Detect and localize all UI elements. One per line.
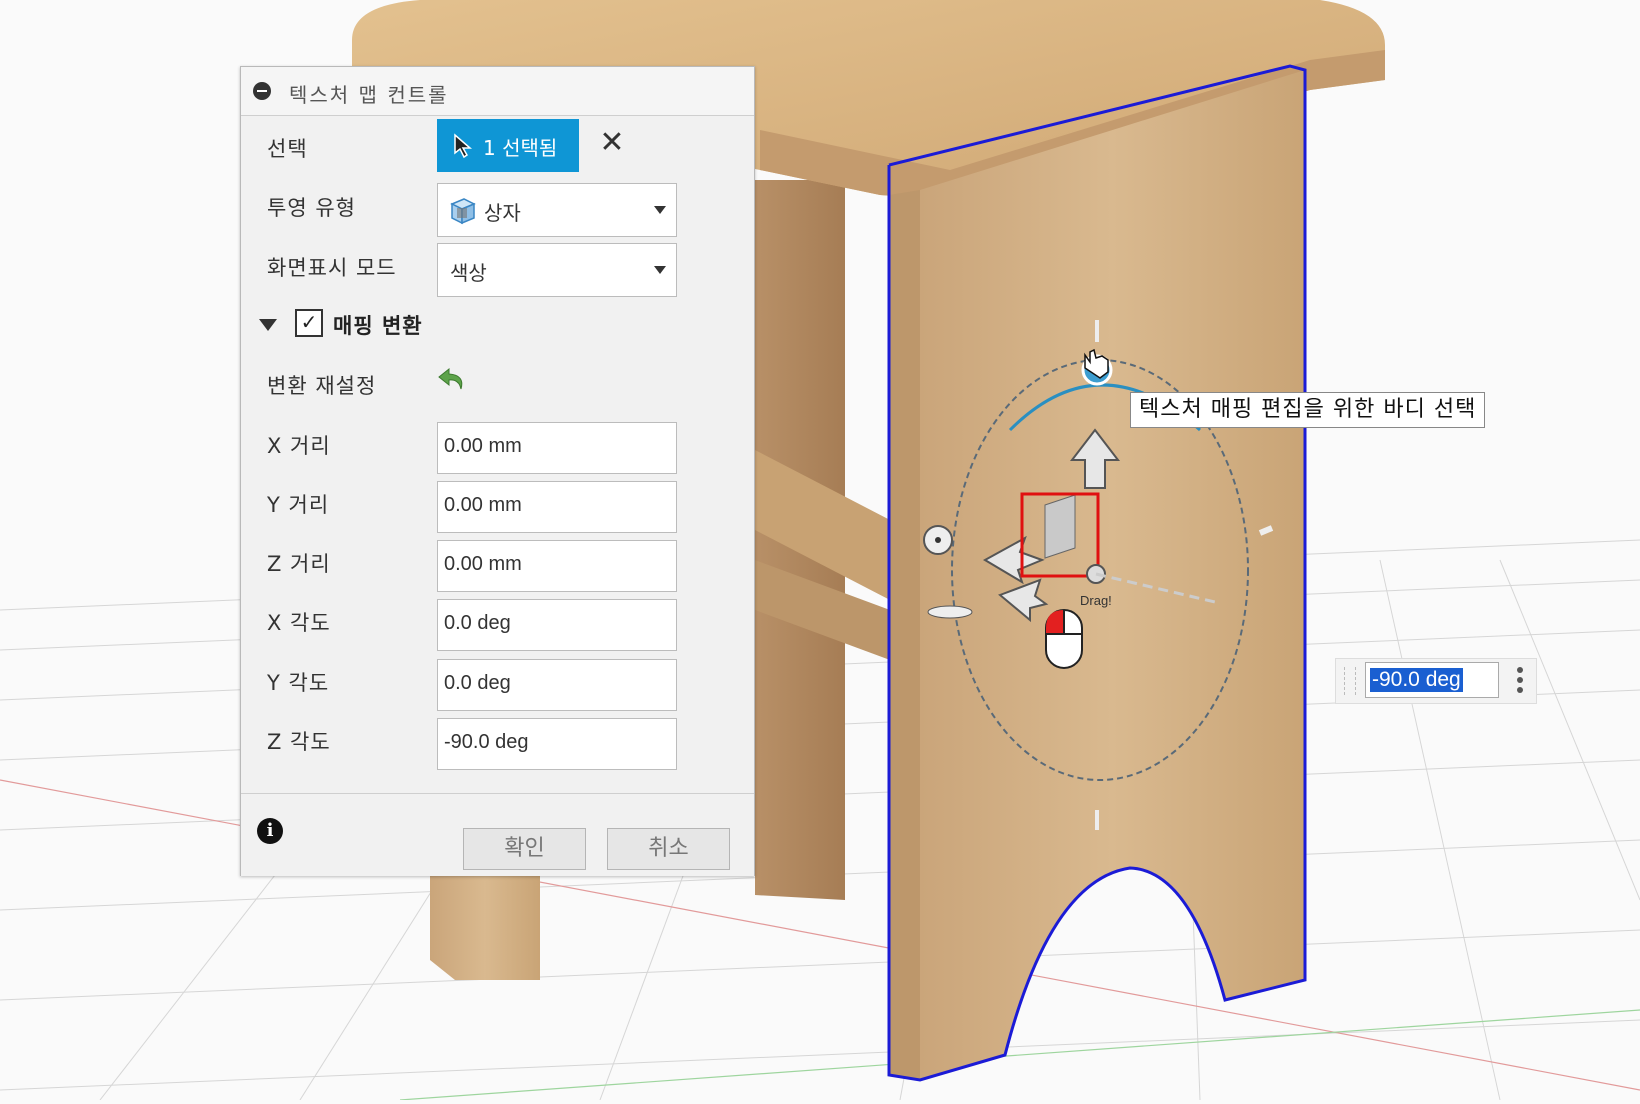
section-expand-icon[interactable] xyxy=(259,319,277,331)
x-distance-label: X 거리 xyxy=(267,434,331,458)
info-icon[interactable]: i xyxy=(257,818,283,844)
y-angle-label: Y 각도 xyxy=(267,671,330,695)
projection-value: 상자 xyxy=(484,201,521,225)
panel-title: 텍스처 맵 컨트롤 xyxy=(289,83,449,107)
selection-button-label: 1 선택됨 xyxy=(483,136,558,160)
angle-input-value: -90.0 deg xyxy=(1370,668,1463,692)
undo-arrow-icon[interactable] xyxy=(437,365,469,395)
z-rotation-handle xyxy=(927,605,973,619)
selection-label: 선택 xyxy=(267,137,308,161)
z-angle-field[interactable]: -90.0 deg xyxy=(437,718,677,770)
selection-tooltip: 텍스처 매핑 편집을 위한 바디 선택 xyxy=(1130,392,1486,428)
collapse-icon[interactable] xyxy=(253,82,271,100)
mapping-section-label: 매핑 변환 xyxy=(333,314,423,338)
more-vertical-icon[interactable] xyxy=(1516,667,1524,697)
cancel-button[interactable]: 취소 xyxy=(607,828,730,870)
drag-grip[interactable] xyxy=(1344,667,1356,695)
cursor-arrow-icon xyxy=(454,133,473,159)
z-distance-label: Z 거리 xyxy=(267,552,331,576)
box-projection-icon xyxy=(450,198,476,225)
selection-button[interactable]: 1 선택됨 xyxy=(437,119,579,172)
z-angle-label: Z 각도 xyxy=(267,730,331,754)
display-mode-label: 화면표시 모드 xyxy=(267,256,397,280)
ok-button[interactable]: 확인 xyxy=(463,828,586,870)
display-mode-value: 색상 xyxy=(450,261,487,285)
panel-footer: i 확인 취소 xyxy=(241,793,754,876)
angle-input-widget: -90.0 deg xyxy=(1335,658,1537,704)
panel-header: 텍스처 맵 컨트롤 xyxy=(241,67,754,116)
dropdown-arrow-icon xyxy=(654,266,666,274)
reset-label: 변환 재설정 xyxy=(267,374,377,398)
clear-selection-icon[interactable]: ✕ xyxy=(597,125,627,161)
texture-map-panel: 텍스처 맵 컨트롤 선택 1 선택됨 ✕ 투영 유형 상자 화면표시 모드 색상… xyxy=(240,66,755,876)
x-angle-label: X 각도 xyxy=(267,611,331,635)
drag-hint: Drag! xyxy=(1080,593,1112,608)
x-angle-field[interactable]: 0.0 deg xyxy=(437,599,677,651)
y-distance-label: Y 거리 xyxy=(267,493,330,517)
dropdown-arrow-icon xyxy=(654,206,666,214)
z-distance-field[interactable]: 0.00 mm xyxy=(437,540,677,592)
y-distance-field[interactable]: 0.00 mm xyxy=(437,481,677,533)
mapping-checkbox[interactable]: ✓ xyxy=(295,309,323,337)
projection-label: 투영 유형 xyxy=(267,196,356,220)
x-distance-field[interactable]: 0.00 mm xyxy=(437,422,677,474)
y-angle-field[interactable]: 0.0 deg xyxy=(437,659,677,711)
display-mode-dropdown[interactable]: 색상 xyxy=(437,243,677,297)
projection-dropdown[interactable]: 상자 xyxy=(437,183,677,237)
planar-move-handle xyxy=(1044,494,1076,559)
mouse-icon xyxy=(1045,609,1083,669)
front-panel-side xyxy=(889,190,920,1080)
angle-input[interactable]: -90.0 deg xyxy=(1365,662,1499,698)
